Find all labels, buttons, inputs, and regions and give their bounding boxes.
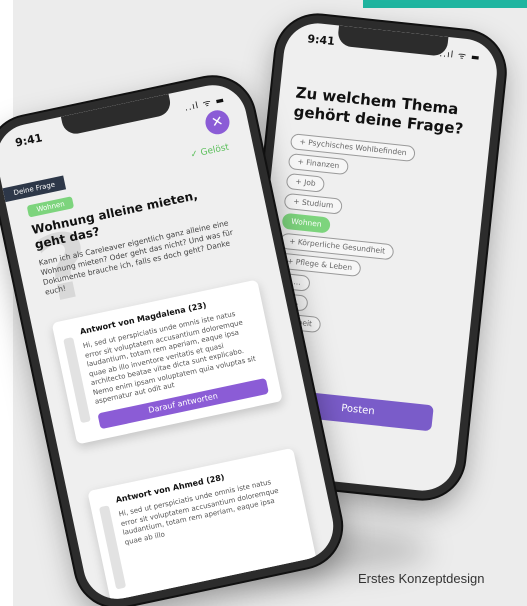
topic-chip[interactable]: + Studium [283, 192, 343, 215]
caption: Erstes Konzeptdesign [358, 571, 485, 586]
status-time: 9:41 [14, 131, 44, 150]
status-time: 9:41 [306, 32, 336, 49]
close-icon[interactable]: ✕ [203, 108, 232, 137]
topic-chip[interactable]: + Job [285, 172, 326, 193]
phone-notch [336, 25, 449, 57]
topic-chip[interactable]: Wohnen [281, 212, 332, 234]
topic-chip[interactable]: + Finanzen [287, 153, 350, 176]
topic-question-title: Zu welchem Thema gehört deine Frage? [292, 83, 465, 138]
solved-status: ✓ Gelöst [189, 142, 230, 161]
answer-text: Hi, sed ut perspiciatis unde omnis iste … [117, 478, 280, 547]
section-label: Deine Frage [2, 175, 67, 203]
accent-bar [363, 0, 527, 8]
